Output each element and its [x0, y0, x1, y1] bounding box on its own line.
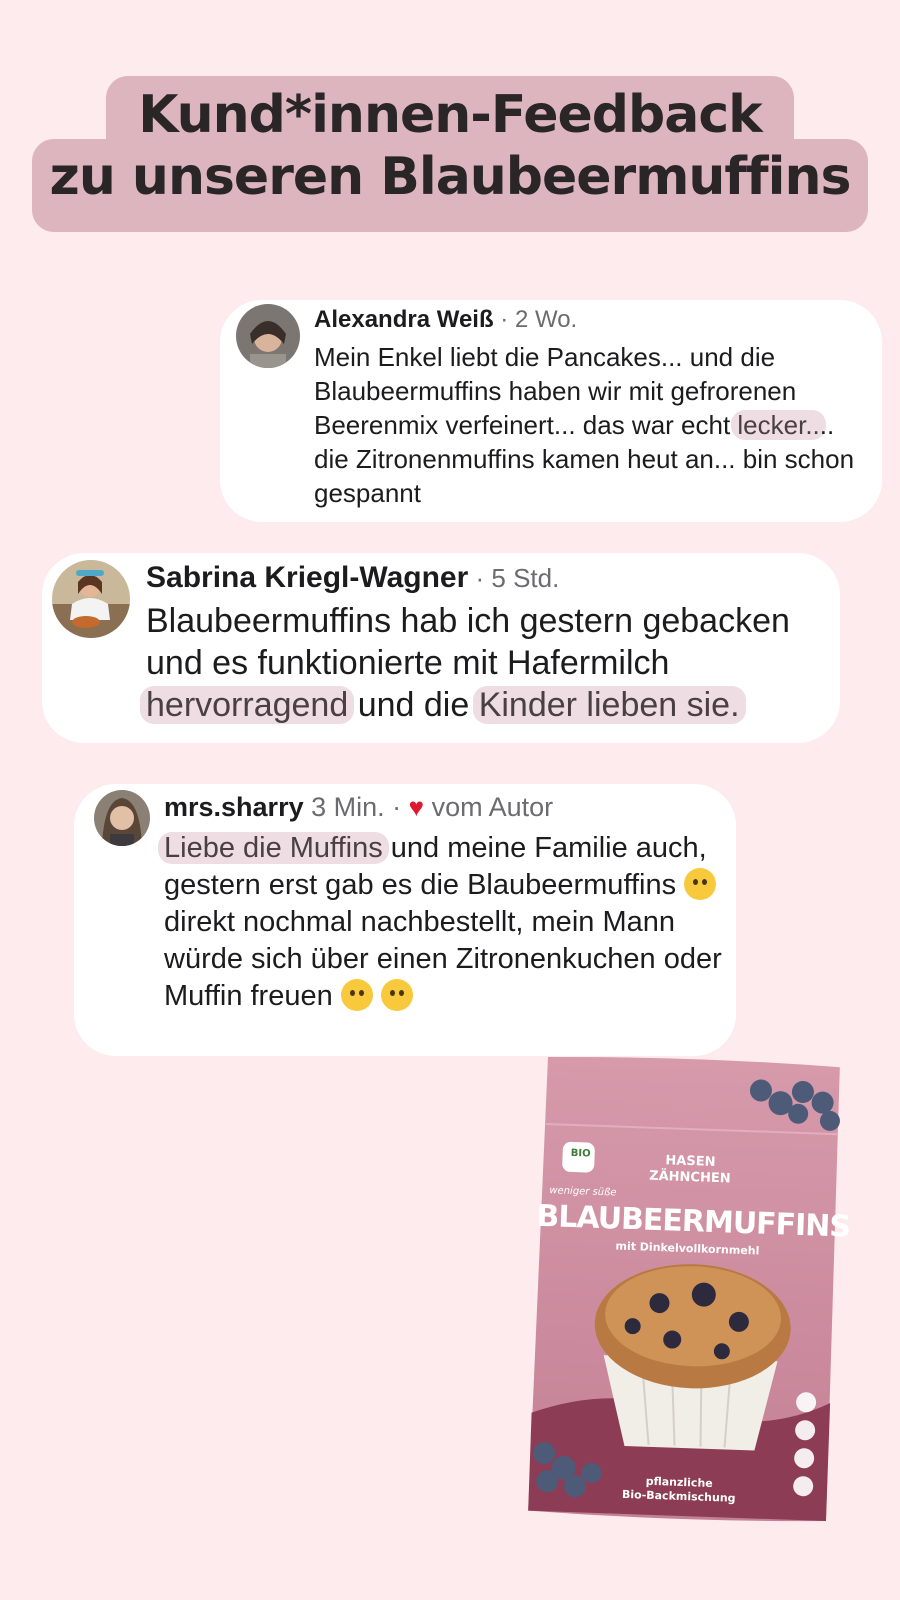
product-package-image: BIO HASEN ZÄHNCHEN weniger süße BLAUBEER…: [526, 1053, 851, 1525]
highlighted-text: lecker..: [731, 410, 826, 440]
heart-icon: ♥: [408, 792, 425, 822]
author-liked-label: vom Autor: [424, 792, 554, 822]
comment-text: Mein Enkel liebt die Pancakes... und die…: [314, 340, 874, 510]
comment-header: Alexandra Weiß · 2 Wo.: [314, 306, 577, 334]
title-line-1: Kund*innen-Feedback: [138, 85, 762, 145]
commenter-name[interactable]: mrs.sharry: [164, 792, 304, 822]
comment-header: mrs.sharry 3 Min. · ♥ vom Autor: [164, 792, 553, 823]
highlighted-text: Liebe die Muffins: [158, 832, 389, 864]
comment-text: Blaubeermuffins hab ich gestern gebacken…: [140, 600, 836, 726]
comment-time: 3 Min. ·: [303, 792, 409, 822]
avatar-sabrina[interactable]: [52, 560, 130, 638]
package-illustration: [528, 1056, 840, 1522]
page-title: Kund*innen-Feedback zu unseren Blaubeerm…: [0, 84, 900, 208]
comment-text-part: direkt nochmal nachbestellt, mein Mann w…: [164, 906, 722, 1012]
product-tagline: weniger süße: [549, 1185, 617, 1199]
avatar-sharry[interactable]: [94, 790, 150, 846]
commenter-name[interactable]: Alexandra Weiß: [314, 306, 494, 333]
avatar-alexandra[interactable]: [236, 304, 300, 368]
comment-time: · 2 Wo.: [493, 306, 578, 333]
commenter-name[interactable]: Sabrina Kriegl-Wagner: [146, 561, 468, 594]
peeking-emoji-icon: [340, 979, 373, 1011]
comment-time: · 5 Std.: [468, 563, 560, 593]
grinning-emoji-icon: [380, 979, 413, 1011]
highlighted-text: Kinder lieben sie.: [472, 686, 746, 724]
title-line-2: zu unseren Blaubeermuffins: [49, 147, 852, 207]
comment-header: Sabrina Kriegl-Wagner · 5 Std.: [146, 561, 559, 595]
highlighted-text: hervorragend: [140, 686, 355, 724]
title-block: Kund*innen-Feedback zu unseren Blaubeerm…: [0, 0, 900, 260]
comment-text-part: Mein Enkel liebt die Pancakes... und die…: [314, 342, 797, 440]
comment-text-part: Blaubeermuffins hab ich gestern gebacken…: [146, 602, 790, 682]
comment-text: Liebe die Muffins und meine Familie auch…: [158, 830, 724, 1015]
comment-text-part: und die: [348, 686, 479, 724]
smiling-emoji-icon: [684, 868, 717, 900]
